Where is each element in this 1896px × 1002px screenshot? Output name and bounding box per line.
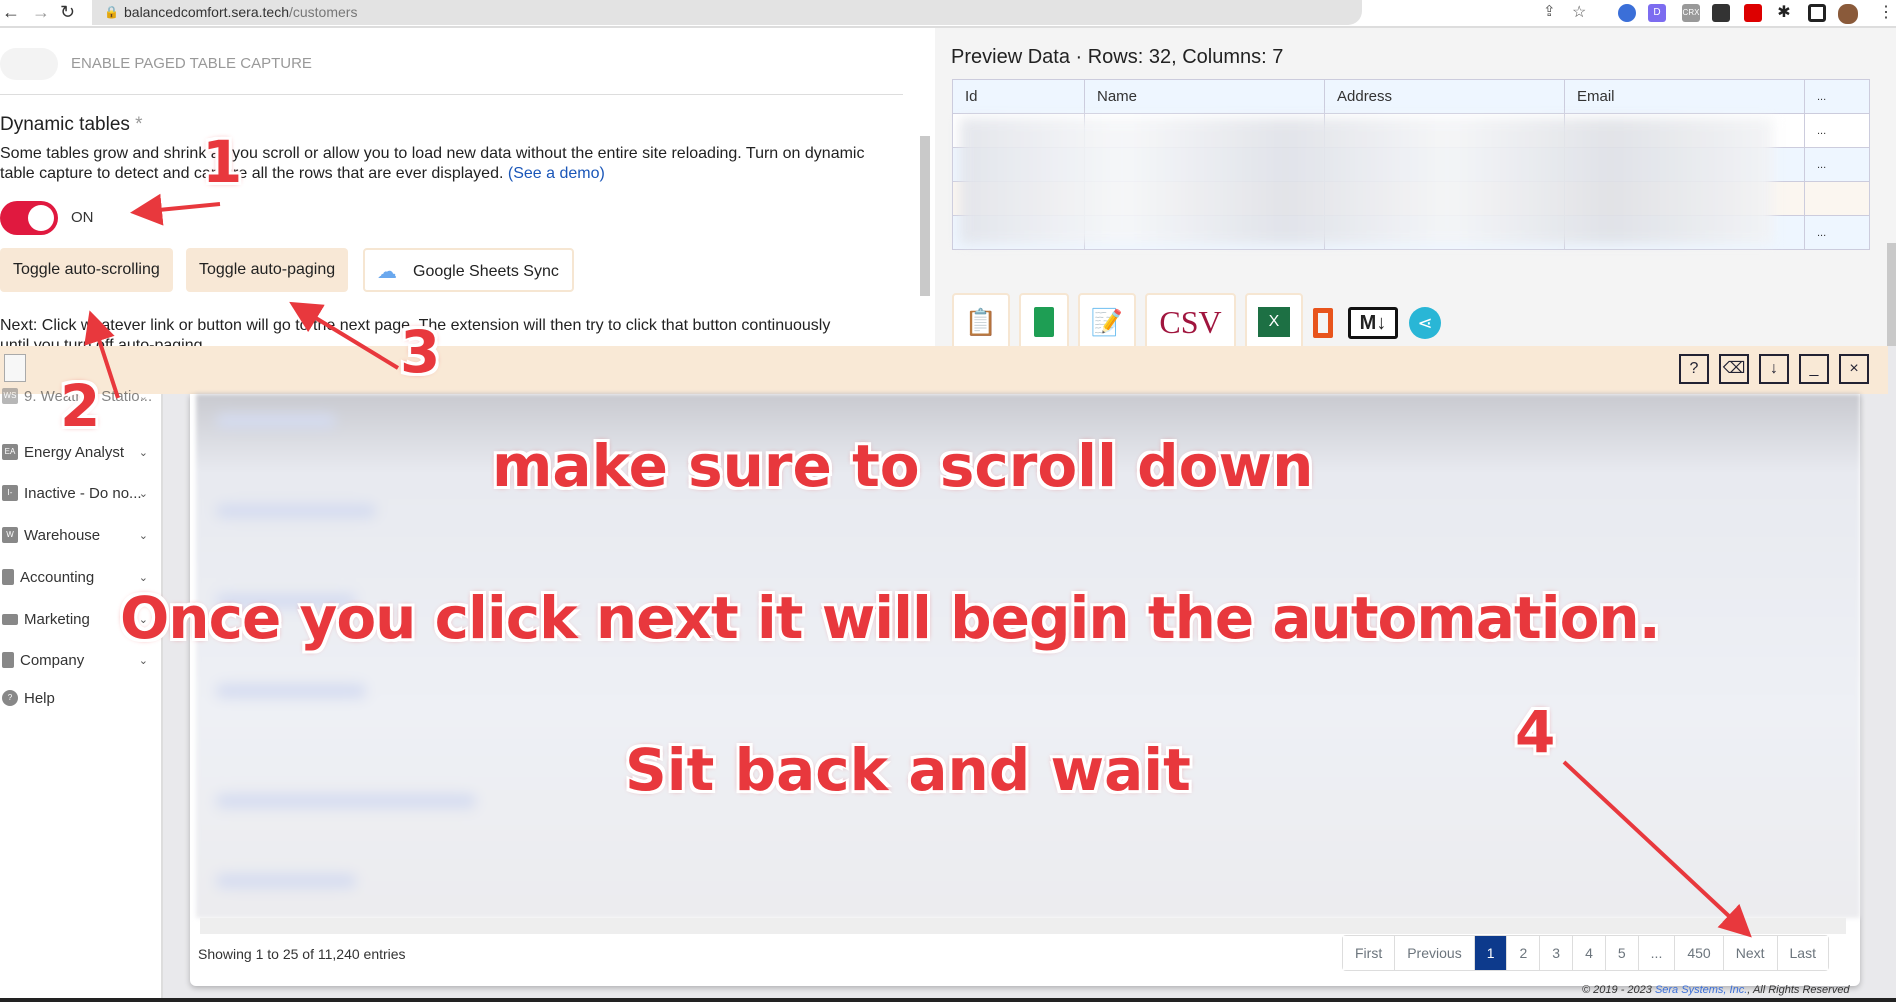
step-1-label: 1 [202, 128, 243, 196]
arrow-1 [130, 193, 221, 226]
arrow-4 [1562, 760, 1752, 938]
scroll-annotation: make sure to scroll down [492, 432, 1314, 500]
wait-annotation: Sit back and wait [625, 736, 1191, 804]
automation-annotation: Once you click next it will begin the au… [120, 584, 1661, 652]
arrow-3 [289, 301, 400, 370]
step-4-label: 4 [1515, 698, 1556, 766]
annotation-arrows [84, 193, 1752, 938]
step-2-label: 2 [60, 372, 101, 440]
step-3-label: 3 [400, 318, 441, 386]
